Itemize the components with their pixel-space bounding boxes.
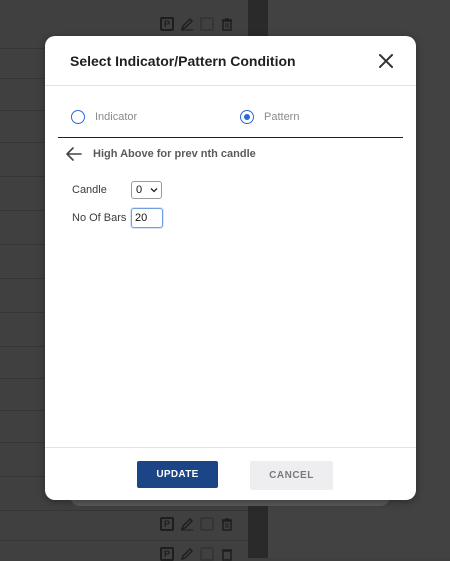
trash-icon: [220, 17, 234, 31]
pattern-radio[interactable]: [240, 110, 254, 124]
candle-field: Candle 0: [72, 181, 162, 199]
no-of-bars-input[interactable]: 20: [131, 208, 163, 228]
no-of-bars-field: No Of Bars 20: [72, 208, 163, 228]
edit-icon: [180, 547, 194, 561]
copy-icon: [200, 547, 214, 561]
close-button[interactable]: [376, 51, 396, 71]
back-arrow-icon[interactable]: [65, 146, 83, 162]
pattern-option-label: Pattern: [264, 111, 300, 123]
selected-pattern-row: High Above for prev nth candle: [65, 146, 256, 162]
background-row-actions: P: [160, 17, 234, 31]
indicator-option-label: Indicator: [95, 111, 138, 123]
condition-type-selector: Indicator Pattern: [58, 100, 403, 138]
copy-icon: [200, 17, 214, 31]
no-of-bars-label: No Of Bars: [72, 212, 127, 224]
pattern-option[interactable]: Pattern: [240, 110, 299, 124]
selected-pattern-title: High Above for prev nth candle: [93, 148, 256, 160]
candle-select[interactable]: 0: [131, 181, 162, 199]
pattern-icon: P: [160, 17, 174, 31]
dialog-title: Select Indicator/Pattern Condition: [70, 53, 296, 69]
dialog-footer: UPDATE CANCEL: [45, 447, 416, 500]
dialog-header: Select Indicator/Pattern Condition: [45, 36, 416, 86]
close-icon: [379, 54, 393, 68]
update-button[interactable]: UPDATE: [137, 461, 218, 488]
indicator-radio[interactable]: [71, 110, 85, 124]
candle-label: Candle: [72, 184, 107, 196]
edit-icon: [180, 517, 194, 531]
candle-select-value: 0: [136, 184, 143, 196]
copy-icon: [200, 517, 214, 531]
cancel-button[interactable]: CANCEL: [250, 461, 333, 490]
pattern-icon: P: [160, 517, 174, 531]
condition-dialog: Select Indicator/Pattern Condition Indic…: [45, 36, 416, 500]
background-row-actions: P: [160, 517, 234, 531]
background-row-actions: P: [160, 547, 234, 561]
edit-icon: [180, 17, 194, 31]
chevron-down-icon: [150, 188, 158, 193]
pattern-icon: P: [160, 547, 174, 561]
trash-icon: [220, 517, 234, 531]
trash-icon: [220, 547, 234, 561]
indicator-option[interactable]: Indicator: [71, 110, 137, 124]
